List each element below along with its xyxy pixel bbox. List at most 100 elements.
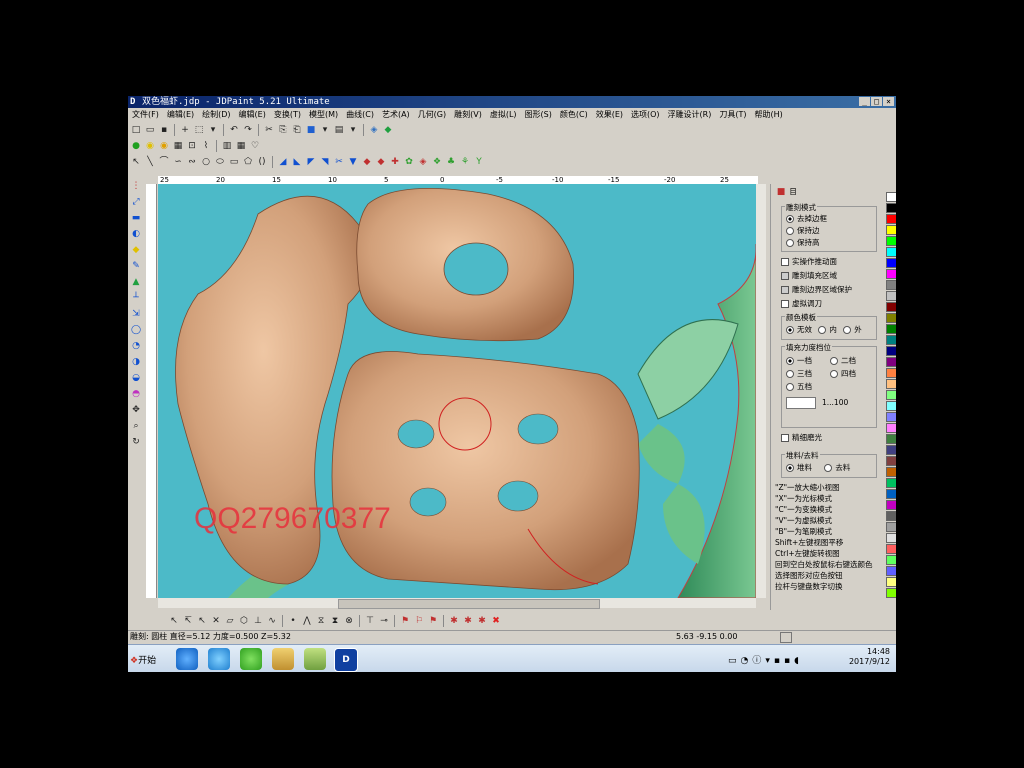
- node-icon[interactable]: ↸: [182, 615, 194, 627]
- palette-swatch[interactable]: [886, 302, 896, 312]
- table-icon[interactable]: ▦: [235, 140, 247, 152]
- menu-item[interactable]: 虚拟(L): [486, 108, 521, 122]
- select-icon[interactable]: ↖: [168, 615, 180, 627]
- palette-swatch[interactable]: [886, 346, 896, 356]
- mode-radio[interactable]: [786, 227, 794, 235]
- delete-node-icon[interactable]: ✕: [210, 615, 222, 627]
- option-checkbox[interactable]: [781, 272, 789, 280]
- palette-swatch[interactable]: [886, 368, 896, 378]
- folder-icon[interactable]: [272, 648, 294, 670]
- browser-green-icon[interactable]: [240, 648, 262, 670]
- menu-item[interactable]: 文件(F): [128, 108, 163, 122]
- split-icon[interactable]: ⋀: [301, 615, 313, 627]
- relief-tool-icon[interactable]: ✿: [403, 156, 415, 168]
- extend-icon[interactable]: ⊸: [378, 615, 390, 627]
- node-tool-icon[interactable]: ⤢: [130, 196, 142, 208]
- palette-swatch[interactable]: [886, 379, 896, 389]
- panel-tab[interactable]: 目: [789, 187, 797, 196]
- palette-swatch[interactable]: [886, 456, 896, 466]
- relief-tool-icon[interactable]: ▼: [347, 156, 359, 168]
- palette-swatch[interactable]: [886, 192, 896, 202]
- pos-radio[interactable]: [786, 370, 794, 378]
- relief-tool-icon[interactable]: ▬: [130, 212, 142, 224]
- palette-swatch[interactable]: [886, 522, 896, 532]
- dropdown-icon[interactable]: ▾: [319, 124, 331, 136]
- palette-swatch[interactable]: [886, 225, 896, 235]
- select-icon[interactable]: ⬚: [193, 124, 205, 136]
- palette-swatch[interactable]: [886, 313, 896, 323]
- node-icon[interactable]: ↖: [196, 615, 208, 627]
- join-icon[interactable]: ⧖: [315, 615, 327, 627]
- arrow-icon[interactable]: ↖: [130, 156, 142, 168]
- palette-swatch[interactable]: [886, 434, 896, 444]
- join-icon[interactable]: ⊗: [343, 615, 355, 627]
- palette-swatch[interactable]: [886, 401, 896, 411]
- dropdown-icon[interactable]: ▾: [347, 124, 359, 136]
- option-checkbox[interactable]: [781, 286, 789, 294]
- palette-swatch[interactable]: [886, 324, 896, 334]
- browser-icon[interactable]: [208, 648, 230, 670]
- palette-swatch[interactable]: [886, 247, 896, 257]
- palette-swatch[interactable]: [886, 511, 896, 521]
- relief-edit-icon[interactable]: ⚑: [427, 615, 439, 627]
- save-icon[interactable]: ▪: [158, 124, 170, 136]
- palette-swatch[interactable]: [886, 588, 896, 598]
- scroll-thumb[interactable]: [338, 599, 600, 609]
- material-radio[interactable]: [786, 464, 794, 472]
- fill-radio[interactable]: [786, 326, 794, 334]
- bulb-icon[interactable]: ◉: [144, 140, 156, 152]
- material-radio[interactable]: [824, 464, 833, 472]
- rotate-icon[interactable]: ↻: [130, 436, 142, 448]
- palette-swatch[interactable]: [886, 258, 896, 268]
- close-button[interactable]: ×: [883, 97, 894, 106]
- menu-item[interactable]: 变换(T): [270, 108, 305, 122]
- circle-icon[interactable]: ○: [200, 156, 212, 168]
- curve-icon[interactable]: ∿: [266, 615, 278, 627]
- fill-radio[interactable]: [843, 326, 852, 334]
- menu-item[interactable]: 编辑(E): [235, 108, 270, 122]
- relief-tool-icon[interactable]: ▲: [130, 276, 142, 288]
- select-tool-icon[interactable]: ⋮: [130, 180, 142, 192]
- start-button[interactable]: ❖开始: [130, 653, 156, 666]
- scissors-icon[interactable]: ✂: [333, 156, 345, 168]
- palette-swatch[interactable]: [886, 566, 896, 576]
- relief-tool-icon[interactable]: ◢: [277, 156, 289, 168]
- spline-icon[interactable]: ∾: [186, 156, 198, 168]
- pin-icon[interactable]: ●: [130, 140, 142, 152]
- relief-tool-icon[interactable]: ◥: [319, 156, 331, 168]
- move-icon[interactable]: ✥: [130, 404, 142, 416]
- cancel-icon[interactable]: ✖: [490, 615, 502, 627]
- strength-input[interactable]: [786, 397, 816, 409]
- plus-icon[interactable]: +: [179, 124, 191, 136]
- trim-icon[interactable]: ⊤: [364, 615, 376, 627]
- palette-swatch[interactable]: [886, 478, 896, 488]
- menu-item[interactable]: 刀具(T): [715, 108, 750, 122]
- menu-item[interactable]: 绘制(D): [198, 108, 234, 122]
- arc-icon[interactable]: ⌒: [158, 156, 170, 168]
- menu-item[interactable]: 编辑(E): [163, 108, 198, 122]
- option-checkbox[interactable]: [781, 258, 789, 266]
- palette-swatch[interactable]: [886, 291, 896, 301]
- vertical-scrollbar[interactable]: [756, 184, 766, 598]
- palette-swatch[interactable]: [886, 489, 896, 499]
- tray-icons[interactable]: ▭◔ⓘ▾▪▪◖: [728, 653, 803, 666]
- shape-icon[interactable]: ⬡: [238, 615, 250, 627]
- palette-swatch[interactable]: [886, 280, 896, 290]
- pos-radio[interactable]: [830, 370, 838, 378]
- horizontal-scrollbar[interactable]: [158, 598, 756, 609]
- palette-swatch[interactable]: [886, 445, 896, 455]
- relief-tool-icon[interactable]: ◔: [130, 340, 142, 352]
- app-icon[interactable]: [304, 648, 326, 670]
- line-icon[interactable]: ╲: [144, 156, 156, 168]
- menu-item[interactable]: 雕刻(V): [450, 108, 486, 122]
- relief-tool-icon[interactable]: ◈: [417, 156, 429, 168]
- relief-tool-icon[interactable]: ◆: [361, 156, 373, 168]
- menu-item[interactable]: 选项(O): [627, 108, 664, 122]
- menu-item[interactable]: 曲线(C): [342, 108, 378, 122]
- ellipse-icon[interactable]: ⬭: [214, 156, 226, 168]
- menu-item[interactable]: 模型(M): [305, 108, 342, 122]
- cut-icon[interactable]: ✂: [263, 124, 275, 136]
- menu-item[interactable]: 浮雕设计(R): [664, 108, 716, 122]
- panel-pin-icon[interactable]: ■: [775, 186, 787, 198]
- relief-tool-icon[interactable]: ┴: [130, 292, 142, 304]
